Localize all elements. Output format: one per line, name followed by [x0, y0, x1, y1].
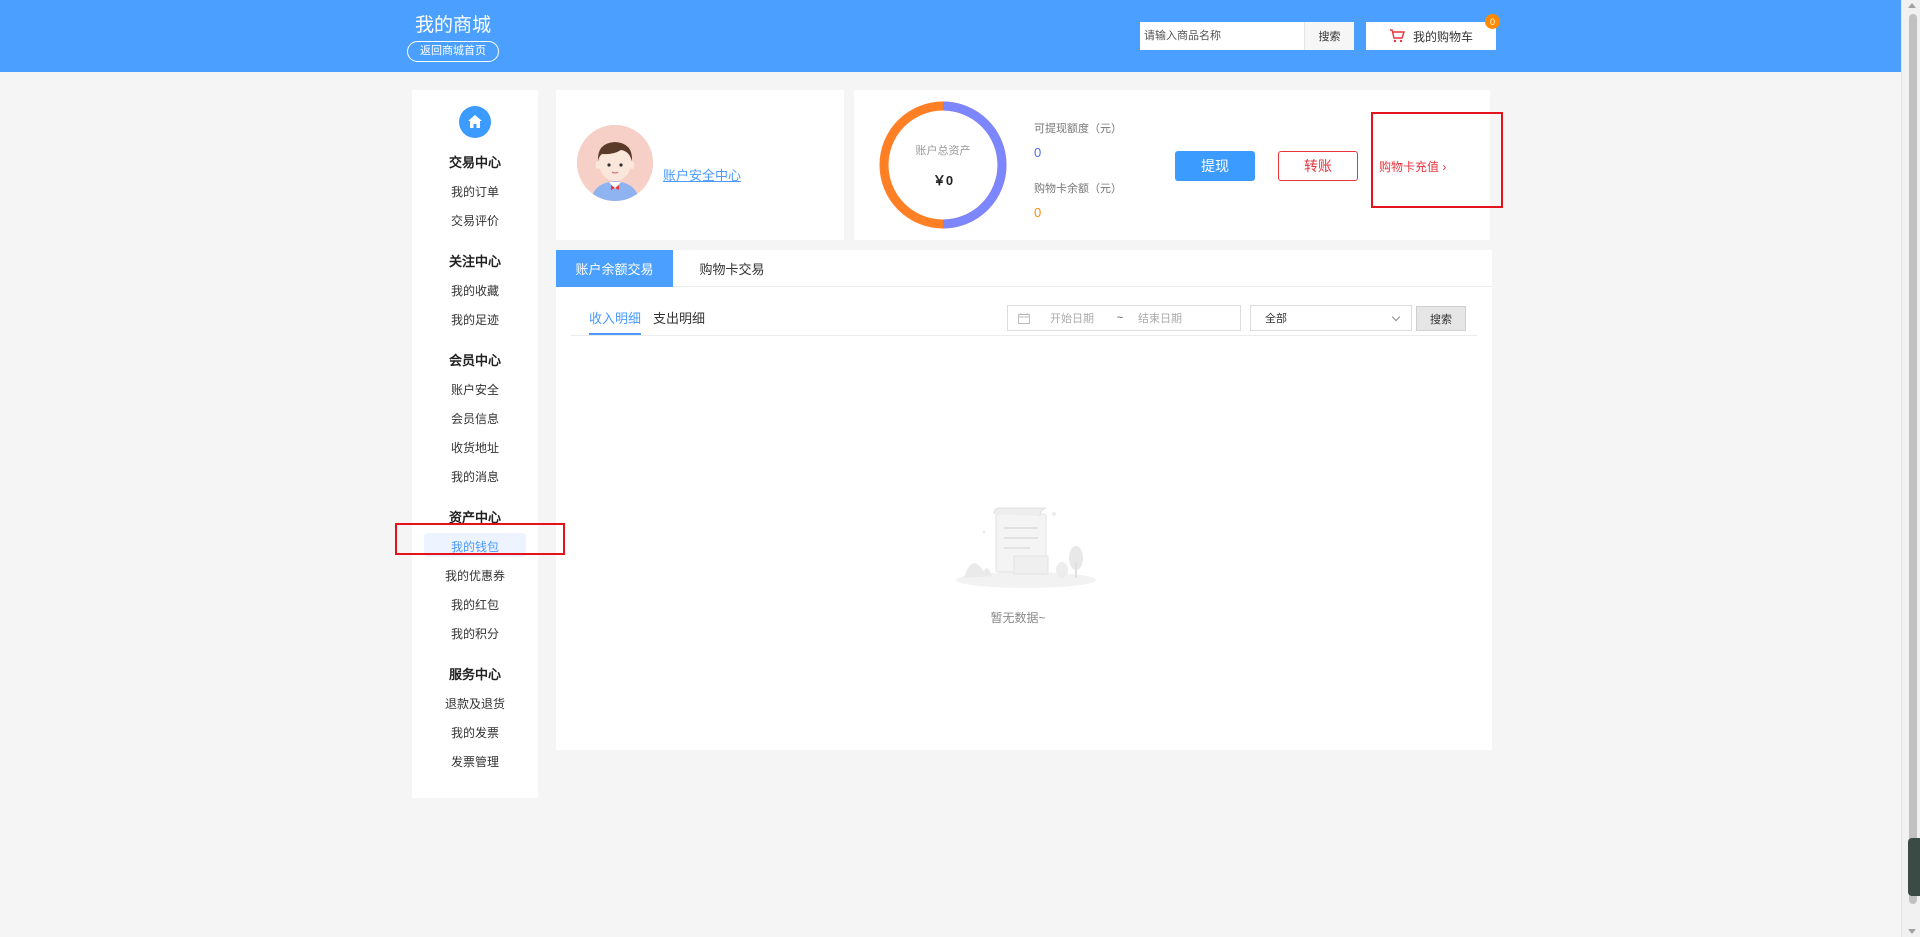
chevron-down-icon	[1391, 312, 1401, 322]
sidebar-group-title: 交易中心	[448, 155, 501, 170]
brand: 我的商城 返回商城首页	[407, 10, 499, 62]
transfer-button[interactable]: 转账	[1278, 151, 1358, 181]
user-avatar	[577, 125, 653, 201]
home-icon	[468, 115, 482, 128]
subtab-income-details[interactable]: 收入明细	[589, 308, 641, 327]
total-assets-label: 账户总资产	[915, 144, 971, 157]
back-to-mall-home-button[interactable]: 返回商城首页	[407, 41, 499, 62]
sidebar: 交易中心我的订单交易评价关注中心我的收藏我的足迹会员中心账户安全会员信息收货地址…	[412, 90, 538, 798]
product-search-input[interactable]	[1140, 22, 1304, 50]
product-search-bar: 搜索	[1140, 22, 1354, 50]
scroll-up-arrow-icon[interactable]	[1908, 3, 1916, 8]
scroll-down-arrow-icon[interactable]	[1908, 929, 1916, 934]
profile-card: 账户安全中心	[556, 90, 844, 240]
empty-state-text: 暂无数据~	[990, 611, 1046, 625]
sidebar-item[interactable]: 我的发票	[412, 724, 538, 741]
account-security-center-link[interactable]: 账户安全中心	[663, 165, 741, 184]
shopping-cart-icon	[1389, 29, 1405, 43]
tab-balance-transactions[interactable]: 账户余额交易	[556, 250, 673, 287]
transaction-type-value: 全部	[1265, 313, 1287, 325]
transaction-tabs: 账户余额交易 购物卡交易	[556, 250, 1492, 287]
withdrawable-label: 可提现额度（元）	[1034, 123, 1122, 135]
card-balance-value: 0	[1034, 205, 1042, 220]
transactions-panel: 账户余额交易 购物卡交易 收入明细 支出明细 开始日期 ~ 结束日期 全部 搜索	[556, 250, 1492, 750]
total-assets-summary: 账户总资产 ￥0	[878, 100, 1008, 230]
sidebar-item[interactable]: 收货地址	[412, 439, 538, 456]
sidebar-item[interactable]: 我的足迹	[412, 311, 538, 328]
date-range-picker[interactable]: 开始日期 ~ 结束日期	[1007, 305, 1241, 331]
avatar-boy-icon	[577, 125, 653, 201]
sidebar-group-title: 会员中心	[448, 353, 501, 368]
shopping-cart-label: 我的购物车	[1412, 29, 1473, 44]
top-header: 我的商城 返回商城首页 搜索 我的购物车 0	[0, 0, 1901, 72]
filter-search-button[interactable]: 搜索	[1416, 306, 1466, 331]
sidebar-item[interactable]: 账户安全	[412, 381, 538, 398]
sidebar-group-title: 服务中心	[448, 667, 501, 682]
subtab-divider	[570, 335, 1478, 336]
subtab-expense-details[interactable]: 支出明细	[653, 308, 705, 327]
tab-shopping-card-transactions[interactable]: 购物卡交易	[673, 250, 791, 287]
transaction-type-select[interactable]: 全部	[1250, 305, 1412, 331]
sidebar-group-title: 关注中心	[448, 254, 501, 269]
empty-data-illustration-icon	[956, 507, 1096, 588]
sidebar-item[interactable]: 我的收藏	[412, 282, 538, 299]
sidebar-item[interactable]: 发票管理	[412, 753, 538, 770]
wallet-highlight-box	[395, 523, 565, 555]
shopping-cart-button[interactable]: 我的购物车 0	[1366, 14, 1500, 50]
sidebar-item[interactable]: 我的订单	[412, 183, 538, 200]
recharge-highlight-box	[1371, 112, 1503, 208]
floating-side-widget[interactable]	[1908, 838, 1920, 896]
sidebar-item[interactable]: 我的积分	[412, 625, 538, 642]
total-assets-value: ￥0	[932, 172, 954, 188]
card-balance-label: 购物卡余额（元）	[1034, 183, 1122, 195]
sidebar-item[interactable]: 我的红包	[412, 596, 538, 613]
scrollbar-thumb[interactable]	[1909, 14, 1917, 904]
sidebar-item[interactable]: 我的消息	[412, 468, 538, 485]
end-date-input[interactable]: 结束日期	[1134, 310, 1204, 326]
member-home-icon[interactable]	[459, 106, 491, 138]
sidebar-item[interactable]: 交易评价	[412, 212, 538, 229]
page-scrollbar[interactable]	[1901, 0, 1920, 937]
withdraw-button[interactable]: 提现	[1175, 151, 1255, 181]
date-separator: ~	[1116, 312, 1124, 324]
calendar-icon	[1018, 312, 1030, 324]
cart-count-badge: 0	[1485, 14, 1500, 29]
sidebar-item[interactable]: 退款及退货	[412, 695, 538, 712]
product-search-button[interactable]: 搜索	[1304, 22, 1354, 50]
sidebar-item[interactable]: 会员信息	[412, 410, 538, 427]
withdrawable-value: 0	[1034, 145, 1042, 160]
sidebar-item[interactable]: 我的优惠券	[412, 567, 538, 584]
brand-title: 我的商城	[415, 15, 492, 36]
start-date-input[interactable]: 开始日期	[1050, 310, 1110, 326]
